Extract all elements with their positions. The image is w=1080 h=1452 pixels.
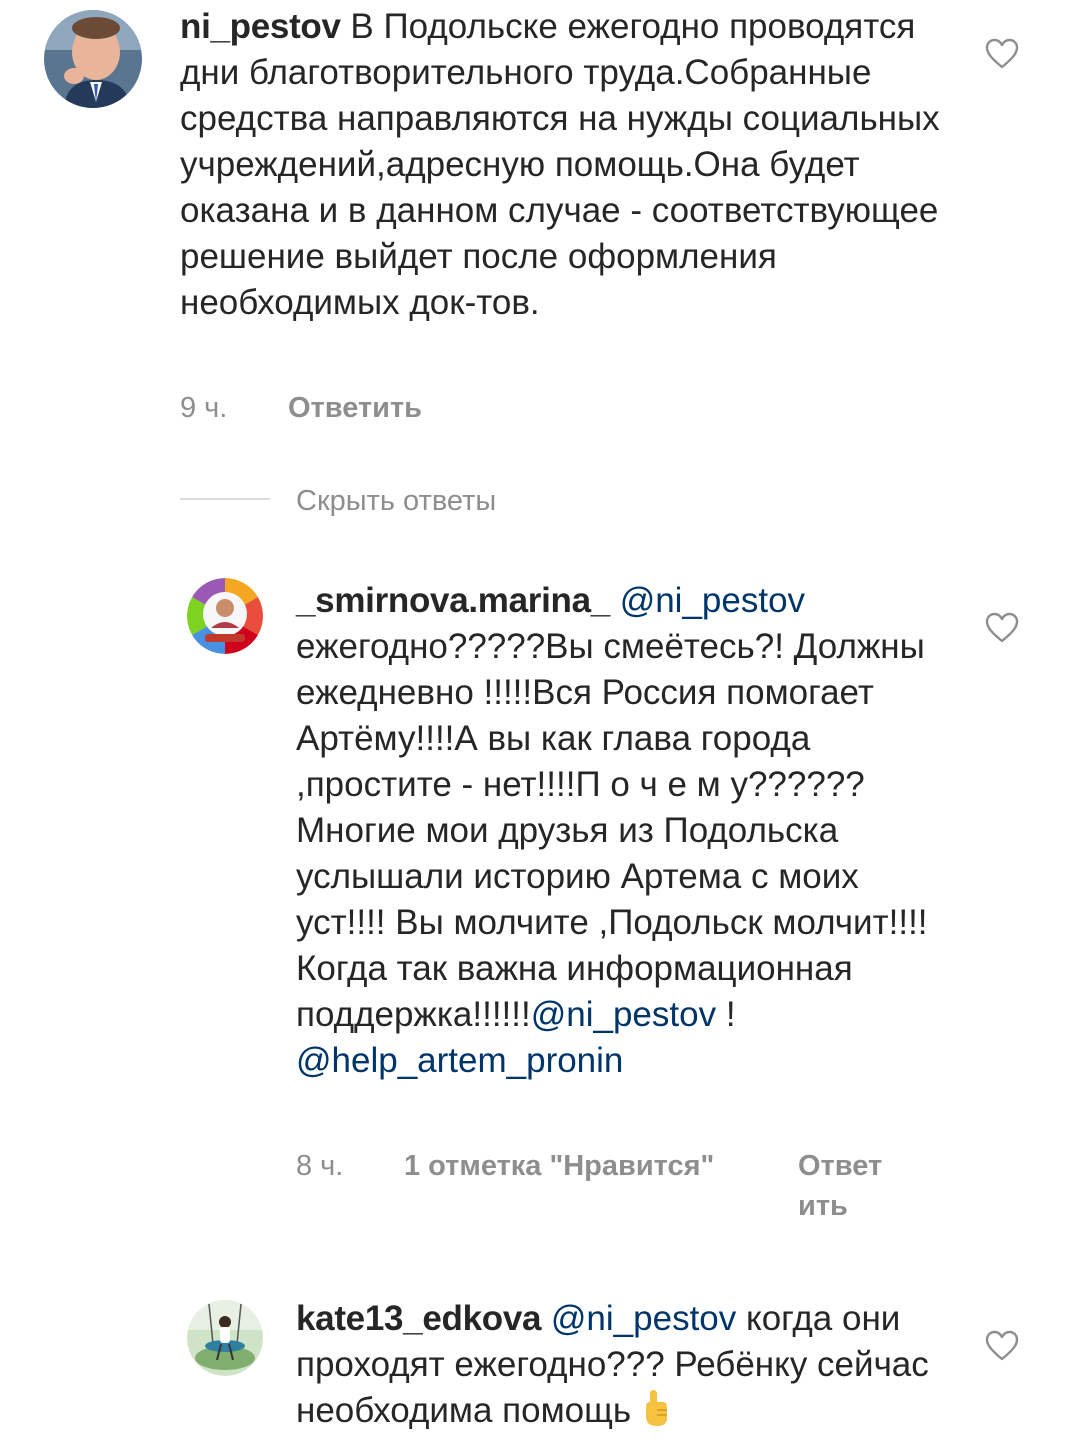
- comment-text: ni_pestov В Подольске ежегодно проводятс…: [180, 4, 970, 326]
- comment-mention[interactable]: @ni_pestov: [620, 581, 805, 620]
- profile-photo-swing-icon: [187, 1300, 263, 1376]
- reply-button[interactable]: Ответ ить: [798, 1146, 882, 1226]
- comment-time: 9 ч.: [180, 392, 228, 424]
- comment-mention[interactable]: @help_artem_pronin: [296, 1041, 623, 1080]
- comment-meta: 9 ч. Ответить: [180, 388, 880, 432]
- comment-meta: 8 ч. 1 отметка "Нравится" Ответ ить: [296, 1146, 936, 1236]
- profile-photo-colorful-logo-icon: [187, 578, 263, 654]
- profile-photo-man-icon: [44, 10, 142, 108]
- comment-likes-count[interactable]: 1 отметка "Нравится": [404, 1146, 714, 1186]
- comment-username[interactable]: _smirnova.marina_: [296, 581, 610, 620]
- comment-body: ежегодно?????Вы смеётесь?! Должны ежедне…: [296, 627, 928, 1034]
- hide-replies-divider: [180, 498, 270, 500]
- like-heart-icon[interactable]: [985, 38, 1019, 70]
- pointing-up-hand-icon: [645, 1390, 667, 1426]
- reply-button-label: ить: [798, 1190, 848, 1222]
- comment-body: В Подольске ежегодно проводятся дни благ…: [180, 7, 940, 322]
- comment-text: kate13_edkova @ni_pestov когда они прохо…: [296, 1296, 966, 1434]
- avatar[interactable]: [44, 10, 142, 108]
- comment-time: 8 ч.: [296, 1150, 344, 1182]
- avatar[interactable]: [187, 1300, 263, 1376]
- comment-mention[interactable]: @ni_pestov: [551, 1299, 736, 1338]
- reply-button[interactable]: Ответить: [288, 388, 422, 428]
- avatar[interactable]: [187, 578, 263, 654]
- comment-username[interactable]: kate13_edkova: [296, 1299, 541, 1338]
- comment-mention[interactable]: @ni_pestov: [531, 995, 716, 1034]
- comment-body-end: !: [716, 995, 736, 1034]
- comment-username[interactable]: ni_pestov: [180, 7, 341, 46]
- like-heart-icon[interactable]: [985, 612, 1019, 644]
- hide-replies-label[interactable]: Скрыть ответы: [296, 478, 496, 524]
- reply-button-label: Ответ: [798, 1150, 883, 1182]
- comment-text: _smirnova.marina_ @ni_pestov ежегодно???…: [296, 578, 936, 1084]
- like-heart-icon[interactable]: [985, 1330, 1019, 1362]
